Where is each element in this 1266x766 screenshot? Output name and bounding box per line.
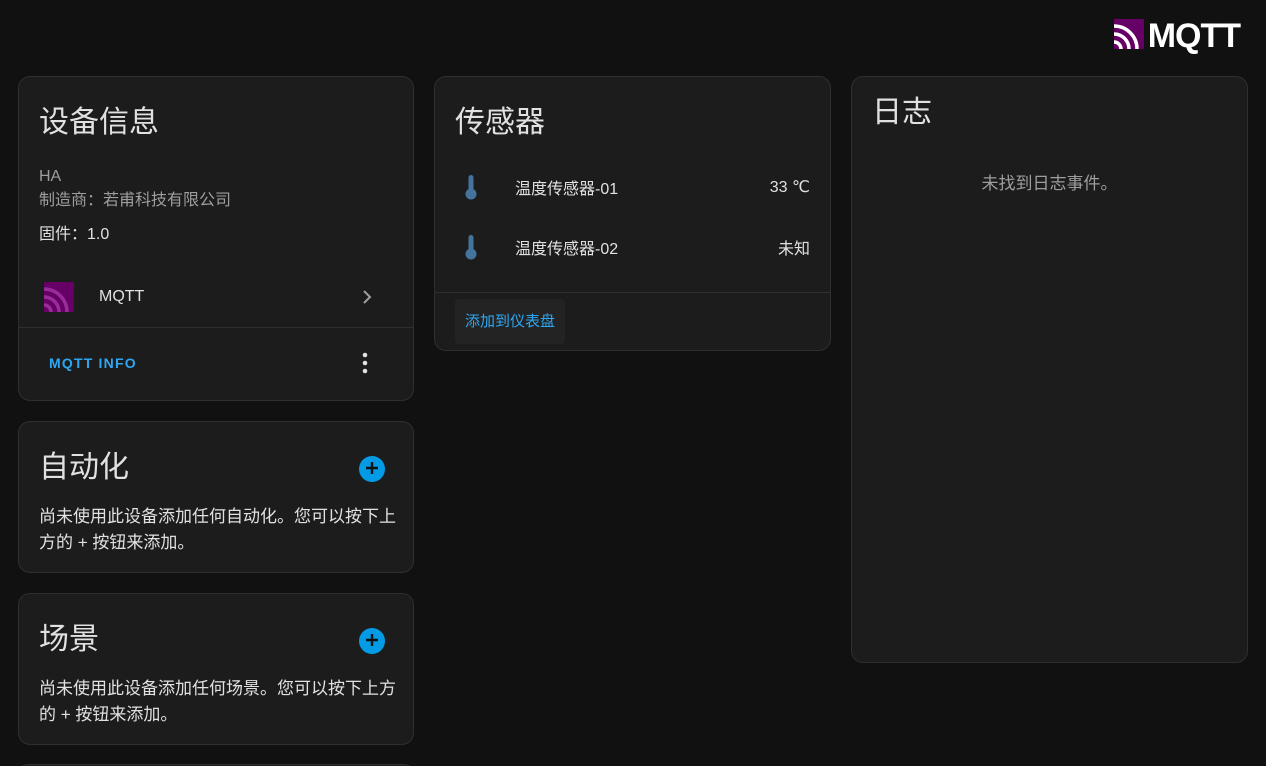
plus-icon [365,461,379,478]
integration-label: MQTT [99,288,145,305]
automation-description: 尚未使用此设备添加任何自动化。您可以按下上方的 + 按钮来添加。 [39,507,396,552]
more-options-icon[interactable] [355,351,375,380]
device-model: HA [39,168,62,185]
sensor-name: 温度传感器-01 [515,181,619,198]
add-scene-button[interactable] [359,628,385,654]
divider [435,292,830,293]
sensor-row[interactable]: 温度传感器-02 未知 [435,227,830,267]
mqtt-info-button[interactable]: MQTT INFO [39,349,147,377]
device-info-card: 设备信息 HA 制造商：若甫科技有限公司 固件：1.0 MQTT MQTT IN… [18,76,414,401]
device-firmware: 固件：1.0 [39,226,110,243]
sensor-value: 33 ℃ [769,179,810,196]
sensors-card: 传感器 温度传感器-01 33 ℃ 温度传感器-02 未知 添加到仪表盘 [434,76,831,351]
plus-icon [365,633,379,650]
page: MQTT 设备信息 HA 制造商：若甫科技有限公司 固件：1.0 MQTT MQ… [0,0,1266,766]
logbook-empty-text: 未找到日志事件。 [981,174,1118,193]
automation-title: 自动化 [39,451,129,484]
thermometer-icon [459,234,483,260]
divider [19,327,413,328]
scene-title: 场景 [39,623,99,656]
sensors-title: 传感器 [455,106,545,139]
add-automation-button[interactable] [359,456,385,482]
chevron-right-icon [355,285,379,314]
device-info-title: 设备信息 [39,106,159,139]
logbook-card: 日志 未找到日志事件。 [851,76,1248,663]
logbook-title: 日志 [872,96,932,129]
sensor-value: 未知 [777,241,810,258]
brand-text: MQTT [1147,17,1241,55]
integration-row-mqtt[interactable]: MQTT [19,275,413,319]
sensor-row[interactable]: 温度传感器-01 33 ℃ [435,167,830,207]
scene-card: 场景 尚未使用此设备添加任何场景。您可以按下上方的 + 按钮来添加。 [18,593,414,745]
mqtt-logo-icon [43,281,75,313]
sensor-name: 温度传感器-02 [515,241,619,258]
automation-card: 自动化 尚未使用此设备添加任何自动化。您可以按下上方的 + 按钮来添加。 [18,421,414,573]
device-details: HA 制造商：若甫科技有限公司 固件：1.0 [39,165,231,247]
thermometer-icon [459,174,483,200]
add-to-dashboard-button[interactable]: 添加到仪表盘 [455,299,566,344]
brand-logo: MQTT [1113,17,1241,55]
device-manufacturer: 制造商：若甫科技有限公司 [39,192,232,209]
scene-description: 尚未使用此设备添加任何场景。您可以按下上方的 + 按钮来添加。 [39,679,396,724]
mqtt-logo-icon [1113,18,1144,54]
